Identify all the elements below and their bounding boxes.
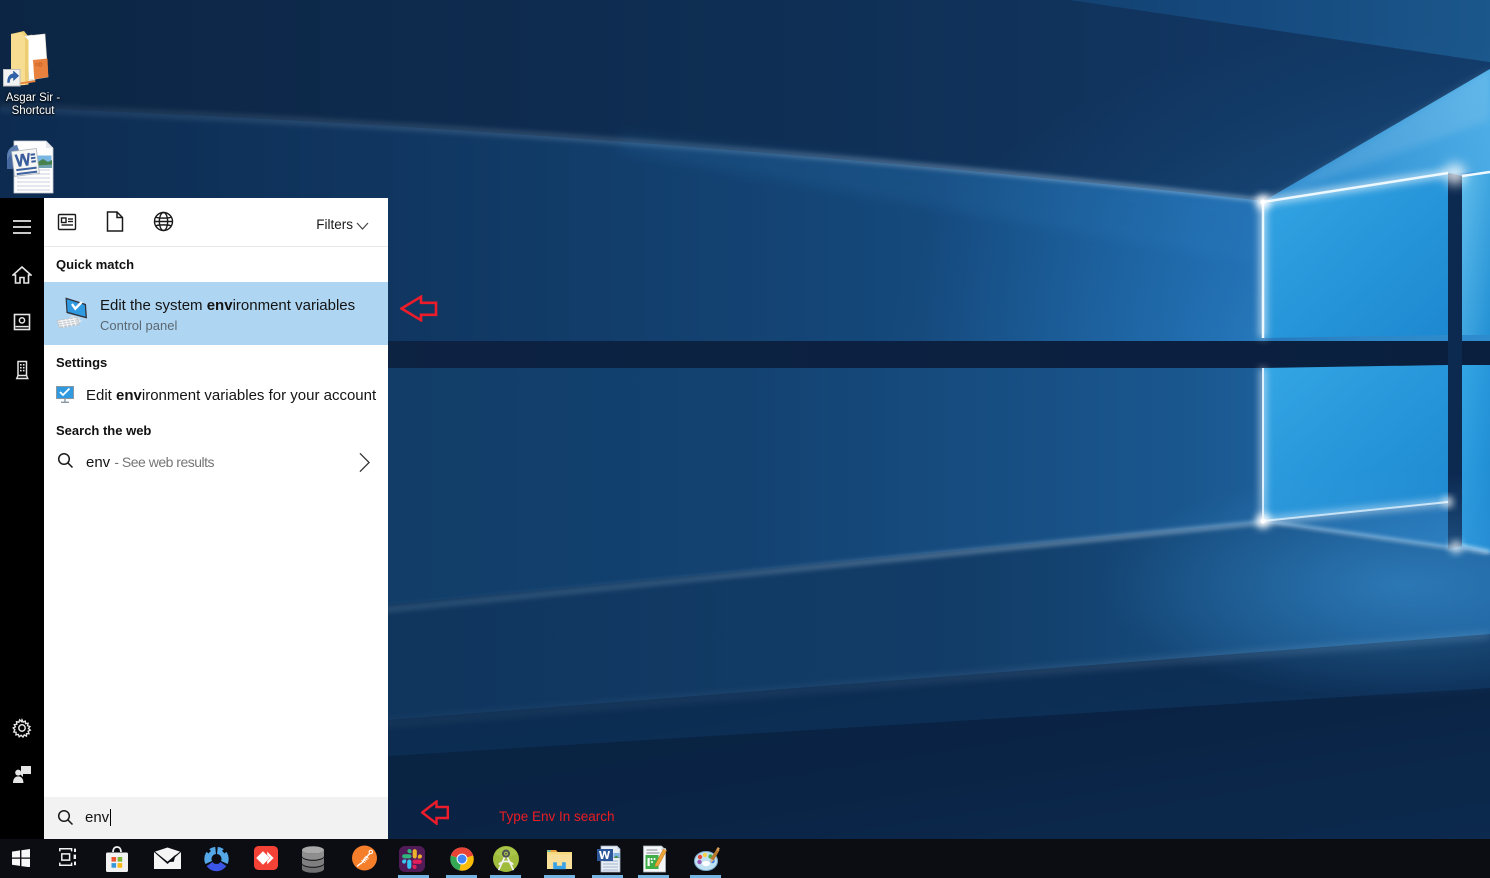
svg-text:o@: o@	[35, 62, 43, 68]
